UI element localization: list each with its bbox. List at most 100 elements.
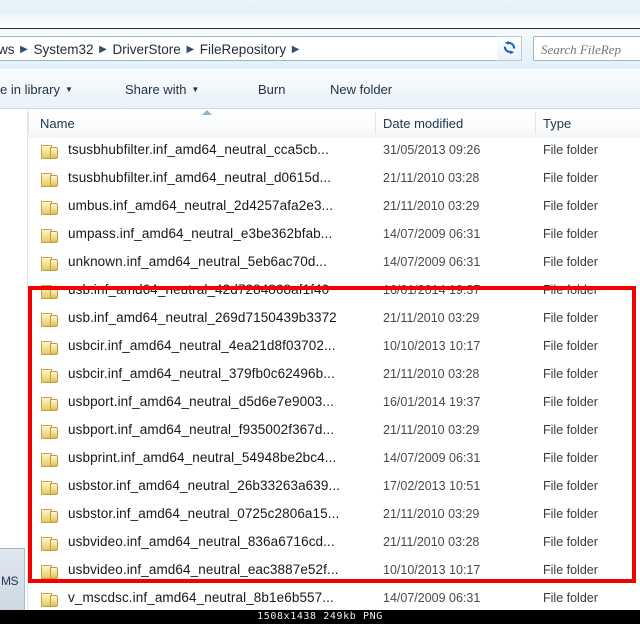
folder-icon [41,480,59,496]
type-cell: File folder [543,479,598,493]
toolbar-item-label: Burn [258,81,286,97]
file-name-cell[interactable]: usbstor.inf_amd64_neutral_26b33263a639..… [68,478,340,493]
image-info-text: 1508x1438 249kb PNG [257,611,383,622]
breadcrumb-separator-icon: ▶ [186,44,195,55]
file-name-cell[interactable]: usbport.inf_amd64_neutral_f935002f367d..… [68,422,334,437]
table-row[interactable]: usb.inf_amd64_neutral_269d7150439b3372 21… [28,306,640,334]
breadcrumb-item-3[interactable]: FileRepository [197,41,289,58]
file-name-cell[interactable]: usbcir.inf_amd64_neutral_379fb0c62496b..… [68,366,335,381]
type-cell: File folder [543,255,598,269]
column-divider[interactable] [375,112,376,134]
table-row[interactable]: usb.inf_amd64_neutral_42d7284868af1f40 16… [28,278,640,306]
type-cell: File folder [543,199,598,213]
column-header-name[interactable]: Name [40,116,75,131]
file-name-cell[interactable]: unknown.inf_amd64_neutral_5eb6ac70d... [68,254,327,269]
type-cell: File folder [543,563,598,577]
file-name-cell[interactable]: usb.inf_amd64_neutral_269d7150439b3372 [68,310,337,325]
type-cell: File folder [543,143,598,157]
toolbar-item-include-in-library[interactable]: e in library ▼ [0,79,73,99]
column-header-date-modified[interactable]: Date modified [383,116,463,131]
file-list[interactable]: tsusbhubfilter.inf_amd64_neutral_cca5cb.… [28,138,640,610]
type-cell: File folder [543,339,598,353]
chevron-down-icon: ▼ [64,84,73,94]
table-row[interactable]: usbport.inf_amd64_neutral_d5d6e7e9003...… [28,390,640,418]
toolbar-item-label: New folder [330,81,393,97]
table-row[interactable]: tsusbhubfilter.inf_amd64_neutral_cca5cb.… [28,138,640,166]
date-modified-cell: 10/10/2013 10:17 [383,339,481,353]
date-modified-cell: 21/11/2010 03:28 [383,171,480,185]
date-modified-cell: 14/07/2009 06:31 [383,451,481,465]
file-name-cell[interactable]: usb.inf_amd64_neutral_42d7284868af1f40 [68,282,329,297]
navigation-pane[interactable] [0,109,28,610]
date-modified-cell: 21/11/2010 03:29 [383,311,480,325]
chevron-down-icon: ▼ [191,84,200,94]
toolbar-item-label: e in library [0,81,60,97]
file-name-cell[interactable]: usbport.inf_amd64_neutral_d5d6e7e9003... [68,394,334,409]
breadcrumb-separator-icon: ▶ [20,44,28,55]
table-row[interactable]: usbcir.inf_amd64_neutral_4ea21d8f03702..… [28,334,640,362]
folder-icon [41,396,59,412]
table-row[interactable]: usbcir.inf_amd64_neutral_379fb0c62496b..… [28,362,640,390]
breadcrumb-item-0[interactable]: ws [0,41,18,58]
breadcrumb-item-2[interactable]: DriverStore [110,41,184,58]
toolbar-item-new-folder[interactable]: New folder [330,79,392,99]
table-row[interactable]: umpass.inf_amd64_neutral_e3be362bfab... 1… [28,222,640,250]
type-cell: File folder [543,591,598,605]
column-divider[interactable] [28,112,29,134]
column-header-type[interactable]: Type [543,116,571,131]
type-cell: File folder [543,283,598,297]
date-modified-cell: 21/11/2010 03:29 [383,507,480,521]
date-modified-cell: 10/10/2013 10:17 [383,563,481,577]
type-cell: File folder [543,367,598,381]
command-toolbar: e in library ▼ Share with ▼ Burn New fol… [0,69,640,109]
table-row[interactable]: usbvideo.inf_amd64_neutral_836a6716cd...… [28,530,640,558]
refresh-button[interactable] [497,36,522,61]
table-row[interactable]: umbus.inf_amd64_neutral_2d4257afa2e3... 2… [28,194,640,222]
file-name-cell[interactable]: umpass.inf_amd64_neutral_e3be362bfab... [68,226,332,241]
breadcrumb-item-1[interactable]: System32 [31,41,97,58]
type-cell: File folder [543,507,598,521]
toolbar-item-label: Share with [125,81,187,97]
date-modified-cell: 21/11/2010 03:28 [383,535,480,549]
folder-icon [41,564,59,580]
folder-icon [41,508,59,524]
date-modified-cell: 21/11/2010 03:28 [383,367,480,381]
file-name-cell[interactable]: usbvideo.inf_amd64_neutral_eac3887e52f..… [68,562,339,577]
type-cell: File folder [543,171,598,185]
file-name-cell[interactable]: usbprint.inf_amd64_neutral_54948be2bc4..… [68,450,336,465]
type-cell: File folder [543,451,598,465]
file-name-cell[interactable]: usbcir.inf_amd64_neutral_4ea21d8f03702..… [68,338,336,353]
folder-icon [41,368,59,384]
folder-icon [41,340,59,356]
file-name-cell[interactable]: v_mscdsc.inf_amd64_neutral_8b1e6b557... [68,590,334,605]
folder-icon [41,424,59,440]
file-name-cell[interactable]: umbus.inf_amd64_neutral_2d4257afa2e3... [68,198,333,213]
type-cell: File folder [543,535,598,549]
table-row[interactable]: usbprint.inf_amd64_neutral_54948be2bc4..… [28,446,640,474]
file-name-cell[interactable]: tsusbhubfilter.inf_amd64_neutral_cca5cb.… [68,142,329,157]
folder-icon [41,256,59,272]
search-box[interactable] [533,36,640,61]
table-row[interactable]: usbstor.inf_amd64_neutral_26b33263a639..… [28,474,640,502]
table-row[interactable]: usbstor.inf_amd64_neutral_0725c2806a15..… [28,502,640,530]
toolbar-item-share-with[interactable]: Share with ▼ [125,79,199,99]
toolbar-item-burn[interactable]: Burn [258,79,285,99]
file-name-cell[interactable]: usbvideo.inf_amd64_neutral_836a6716cd... [68,534,335,549]
explorer-window: ws ▶ System32 ▶ DriverStore ▶ FileReposi… [0,0,640,610]
file-name-cell[interactable]: usbstor.inf_amd64_neutral_0725c2806a15..… [68,506,339,521]
file-name-cell[interactable]: tsusbhubfilter.inf_amd64_neutral_d0615d.… [68,170,331,185]
table-row[interactable]: unknown.inf_amd64_neutral_5eb6ac70d... 14… [28,250,640,278]
table-row[interactable]: v_mscdsc.inf_amd64_neutral_8b1e6b557... 1… [28,586,640,610]
folder-icon [41,228,59,244]
table-row[interactable]: usbvideo.inf_amd64_neutral_eac3887e52f..… [28,558,640,586]
column-divider[interactable] [535,112,536,134]
date-modified-cell: 31/05/2013 09:26 [383,143,481,157]
search-input[interactable] [539,39,640,60]
folder-icon [41,312,59,328]
table-row[interactable]: tsusbhubfilter.inf_amd64_neutral_d0615d.… [28,166,640,194]
folder-icon [41,200,59,216]
breadcrumb: ws ▶ System32 ▶ DriverStore ▶ FileReposi… [0,40,302,59]
address-bar[interactable]: ws ▶ System32 ▶ DriverStore ▶ FileReposi… [0,36,522,61]
table-row[interactable]: usbport.inf_amd64_neutral_f935002f367d..… [28,418,640,446]
taskbar-fragment-label: MS [1,574,19,588]
